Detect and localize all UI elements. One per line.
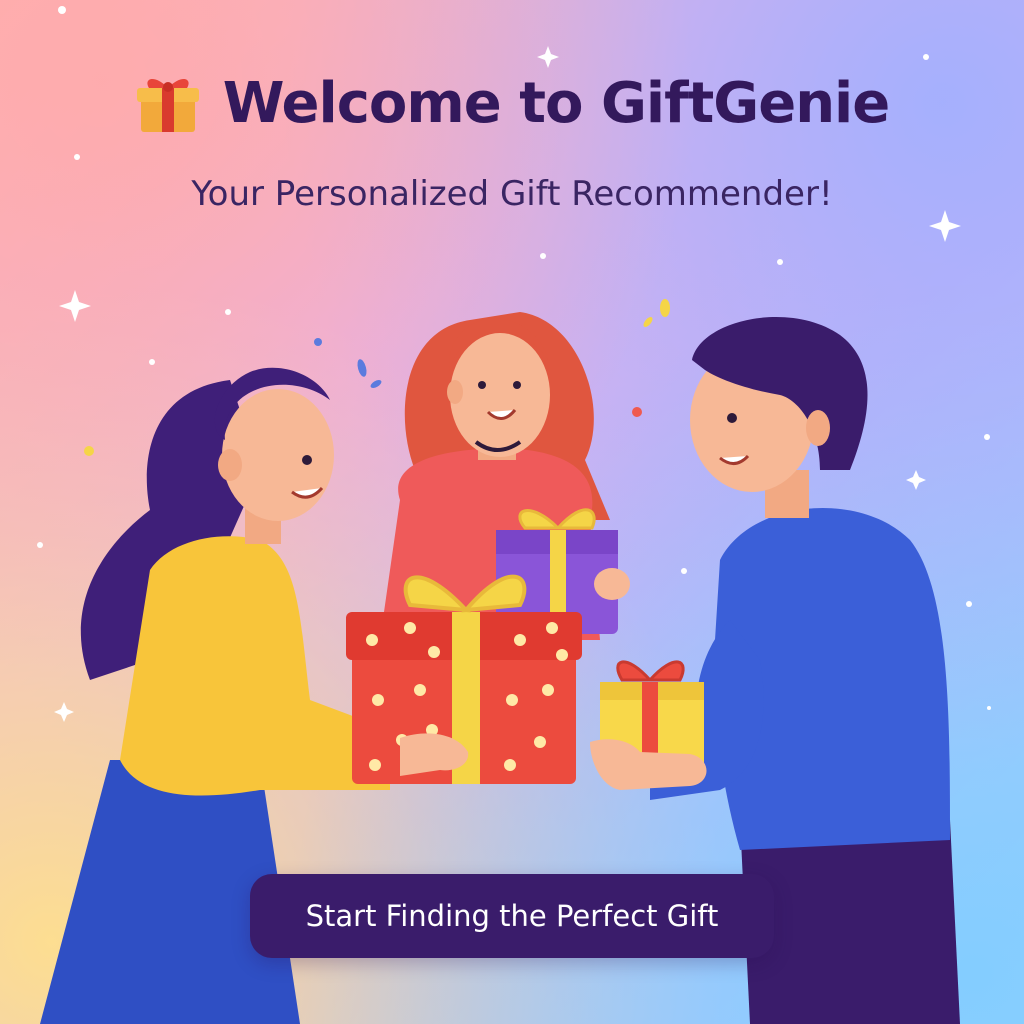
page-title: Welcome to GiftGenie bbox=[222, 70, 890, 136]
welcome-screen: Welcome to GiftGenie Your Personalized G… bbox=[0, 0, 1024, 1024]
start-finding-gift-button[interactable]: Start Finding the Perfect Gift bbox=[250, 874, 774, 958]
gift-icon bbox=[135, 70, 201, 136]
header: Welcome to GiftGenie Your Personalized G… bbox=[0, 70, 1024, 214]
page-subtitle: Your Personalized Gift Recommender! bbox=[191, 174, 833, 214]
title-row: Welcome to GiftGenie bbox=[135, 70, 890, 136]
